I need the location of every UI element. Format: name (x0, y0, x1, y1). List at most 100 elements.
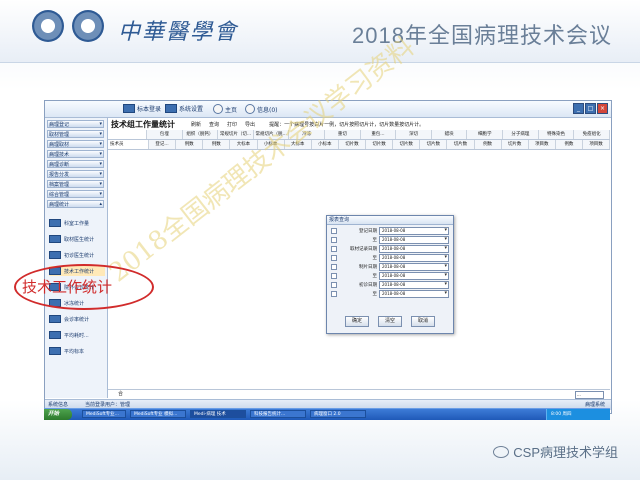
minimize-icon[interactable]: _ (573, 103, 584, 114)
header-column-cell[interactable]: 例数 (555, 140, 583, 149)
export-action[interactable]: 导出 (245, 121, 255, 128)
header-column-cell[interactable]: 切片数 (393, 140, 421, 149)
date-field[interactable]: 2018-08-08 (379, 254, 449, 262)
header-group-cell: 常规切片（切... (218, 130, 254, 139)
toolbar-home[interactable]: 主页 (213, 104, 237, 114)
sidebar-group-statistics[interactable]: 病理统计 ▴ (47, 200, 104, 208)
report-icon (49, 347, 61, 355)
header-row-columns: 技术员 登记... 例数 例数 大标本 小标本 大标本 小标本 切片数 切片数 切片数 切片数 切片数例… (108, 140, 611, 150)
header-group-cell: 蜡块 (431, 130, 468, 139)
home-icon (213, 104, 223, 114)
date-field[interactable]: 2018-08-08 (379, 263, 449, 271)
sidebar-group-report[interactable]: 报告分发 ▾ (47, 170, 104, 178)
page-title: 技术组工作量统计 (111, 118, 175, 129)
dialog-title: 报表查询 (327, 216, 453, 225)
date-field[interactable]: 2018-08-08 (379, 290, 449, 298)
header-column-cell[interactable]: 项目数 (583, 140, 611, 149)
report-query-dialog: 报表查询 登记日期2018-08-08 至2018-08-08 取材记录日期20… (326, 215, 454, 334)
slide-header: 中華醫學會 2018年全国病理技术会议 (0, 0, 640, 63)
taskbar-item[interactable]: MediSoft专业... (82, 410, 126, 418)
clear-button[interactable]: 清空 (378, 316, 402, 327)
taskbar-item[interactable]: Medi-病理 技术 (190, 410, 246, 418)
chevron-down-icon: ▾ (99, 181, 102, 187)
toolbar-specimen-login[interactable]: 标本登录 (123, 104, 161, 113)
query-action[interactable]: 查询 (209, 121, 219, 128)
sidebar-item-initial-doctor-stats[interactable]: 初诊医生统计 (49, 250, 105, 260)
toolbar-messages[interactable]: 信息(0) (245, 104, 278, 114)
checkbox[interactable] (331, 273, 337, 279)
header-column-cell[interactable]: 例数 (176, 140, 204, 149)
sidebar-group-sampling[interactable]: 病理取材 ▾ (47, 140, 104, 148)
sidebar: 病理登记 ▾ 取材管理 ▾ 病理取材 ▾ 病理技术 ▾ 病理诊断 ▾ 报告分发 ▾ 档案管理… (45, 118, 108, 398)
header-column-cell[interactable]: 登记... (149, 140, 177, 149)
settings-icon (165, 104, 177, 113)
maximize-icon[interactable]: □ (585, 103, 596, 114)
date-field[interactable]: 2018-08-08 (379, 227, 449, 235)
header-column-cell[interactable]: 小标本 (311, 140, 339, 149)
sidebar-group-registration[interactable]: 病理登记 ▾ (47, 120, 104, 128)
taskbar-item[interactable]: MediSoft专业 模拟... (130, 410, 186, 418)
checkbox[interactable] (331, 255, 337, 261)
main-actions: 刷新 查询 打印 导出 (191, 121, 255, 128)
sidebar-group-archive[interactable]: 档案管理 ▾ (47, 180, 104, 188)
header-group-cell: 包埋 (147, 130, 183, 139)
dialog-row-sampling-date: 取材记录日期 2018-08-08 (331, 245, 449, 253)
sidebar-item-sampling-doctor-stats[interactable]: 取材医生统计 (49, 234, 105, 244)
window-controls: _ □ × (573, 103, 608, 114)
sidebar-item-consult-rate-stats[interactable]: 会诊率统计 (49, 314, 105, 324)
date-field[interactable]: 2018-08-08 (379, 272, 449, 280)
report-icon (49, 331, 61, 339)
dialog-row-diagnosis-date: 初诊日期 2018-08-08 (331, 281, 449, 289)
taskbar-item[interactable]: 病理窗口 2.0 (310, 410, 366, 418)
date-field[interactable]: 2018-08-08 (379, 236, 449, 244)
toolbar-system-settings[interactable]: 系统设置 (165, 104, 203, 113)
report-icon (49, 251, 61, 259)
print-action[interactable]: 打印 (227, 121, 237, 128)
checkbox[interactable] (331, 291, 337, 297)
header-column-cell[interactable]: 例数 (474, 140, 502, 149)
cancel-button[interactable]: 取消 (411, 316, 435, 327)
start-button[interactable]: 开始 (44, 409, 72, 420)
header-column-cell[interactable]: 切片数 (366, 140, 394, 149)
sidebar-group-diagnosis[interactable]: 病理诊断 ▾ (47, 160, 104, 168)
specimen-login-icon (123, 104, 135, 113)
header-column-cell[interactable]: 切片数 (420, 140, 448, 149)
date-field[interactable]: 2018-08-08 (379, 281, 449, 289)
header-column-cell[interactable]: 切片数 (501, 140, 529, 149)
refresh-action[interactable]: 刷新 (191, 121, 201, 128)
ok-button[interactable]: 确定 (345, 316, 369, 327)
chevron-down-icon: ▾ (99, 141, 102, 147)
footer-selector[interactable]: ... (575, 391, 604, 399)
sidebar-item-average-time[interactable]: 平均耗时... (49, 330, 105, 340)
message-icon (245, 104, 255, 114)
sidebar-group-technique[interactable]: 病理技术 ▾ (47, 150, 104, 158)
footer-credit: CSP病理技术学组 (493, 442, 618, 461)
checkbox[interactable] (331, 246, 337, 252)
taskbar-item[interactable]: 科技报告统计... (250, 410, 306, 418)
sidebar-group-sampling-mgmt[interactable]: 取材管理 ▾ (47, 130, 104, 138)
sidebar-group-general[interactable]: 综合管理 ▾ (47, 190, 104, 198)
report-icon (49, 235, 61, 243)
report-icon (49, 219, 61, 227)
sidebar-item-department-workload[interactable]: 科室工作量 (49, 218, 105, 228)
header-row-groups: 包埋 组织（脱钙） 常规切片（切... 常规切片（脱... 冷冻 重切 重包... 深切 蜡块细… (108, 130, 610, 140)
header-column-cell[interactable]: 项目数 (528, 140, 556, 149)
header-group-cell: 组织（脱钙） (182, 130, 219, 139)
checkbox[interactable] (331, 228, 337, 234)
wechat-icon (493, 445, 510, 458)
close-icon[interactable]: × (597, 103, 608, 114)
checkbox[interactable] (331, 237, 337, 243)
header-column-cell[interactable]: 例数 (203, 140, 231, 149)
header-column-cell[interactable]: 切片数 (447, 140, 475, 149)
header-column-cell[interactable]: 切片数 (338, 140, 366, 149)
main-panel: 技术组工作量统计 刷新 查询 打印 导出 提醒：一个病理号按白片一例，切片按照切… (108, 118, 611, 388)
header-column-cell[interactable]: 技术员 (108, 140, 149, 149)
checkbox[interactable] (331, 264, 337, 270)
date-field[interactable]: 2018-08-08 (379, 245, 449, 253)
checkbox[interactable] (331, 282, 337, 288)
header-group-cell: 细胞学 (467, 130, 504, 139)
callout-label: 技术工作统计 (22, 278, 113, 296)
system-tray: 8:00 周四 (546, 409, 610, 420)
chevron-down-icon: ▾ (99, 161, 102, 167)
sidebar-item-average-specimen[interactable]: 平均标本 (49, 346, 105, 356)
